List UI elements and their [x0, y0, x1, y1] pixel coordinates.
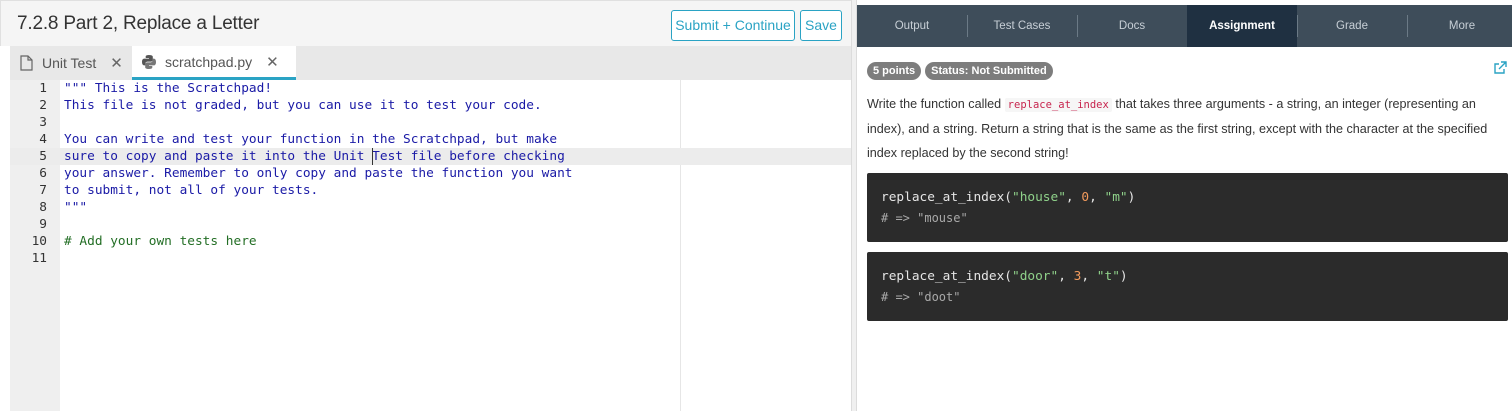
page-title: 7.2.8 Part 2, Replace a Letter: [17, 13, 260, 34]
line-number: 4: [39, 132, 47, 147]
tab-label: scratchpad.py: [165, 53, 253, 70]
line-text: # Add your own tests here: [64, 234, 257, 249]
tab-output[interactable]: Output: [857, 5, 967, 47]
tab-unit-test[interactable]: Unit Test ✕: [10, 46, 132, 80]
tab-test-cases[interactable]: Test Cases: [967, 5, 1077, 47]
line-number: 2: [39, 98, 47, 113]
tab-scratchpad[interactable]: scratchpad.py ✕: [132, 46, 296, 80]
save-button[interactable]: Save: [800, 10, 842, 41]
line-number: 3: [39, 115, 47, 130]
assignment-badges: 5 points Status: Not Submitted: [867, 62, 1053, 80]
external-link-icon[interactable]: [1493, 61, 1507, 75]
line-text: sure to copy and paste it into the Unit …: [64, 149, 565, 164]
line-text: your answer. Remember to only copy and p…: [64, 166, 573, 181]
code-line[interactable]: 11: [10, 250, 851, 267]
line-text: You can write and test your function in …: [64, 132, 558, 147]
code-editor[interactable]: 1 """ This is the Scratchpad! 2 This fil…: [10, 80, 851, 411]
line-number: 9: [39, 217, 47, 232]
desc-text: Write the function called: [867, 97, 1005, 111]
submit-continue-button[interactable]: Submit + Continue: [671, 10, 795, 41]
file-tabs: Unit Test ✕ scratchpad.py ✕: [10, 46, 851, 80]
code-line[interactable]: 4 You can write and test your function i…: [10, 131, 851, 148]
assignment-description: Write the function called replace_at_ind…: [867, 92, 1497, 165]
example-result: # => "doot": [881, 290, 961, 304]
line-number: 6: [39, 166, 47, 181]
editor-panel: 7.2.8 Part 2, Replace a Letter Submit + …: [0, 0, 851, 411]
example-call: replace_at_index("house", 0, "m"): [881, 190, 1136, 205]
code-line[interactable]: 6 your answer. Remember to only copy and…: [10, 165, 851, 182]
tab-more[interactable]: More: [1407, 5, 1512, 47]
code-line[interactable]: 2 This file is not graded, but you can u…: [10, 97, 851, 114]
close-icon[interactable]: ✕: [110, 54, 123, 72]
code-line-active[interactable]: 5 sure to copy and paste it into the Uni…: [10, 148, 851, 165]
panel-nav: Output Test Cases Docs Assignment Grade …: [857, 5, 1512, 47]
status-badge: Status: Not Submitted: [925, 62, 1053, 80]
points-badge: 5 points: [867, 62, 922, 80]
line-number: 5: [39, 149, 47, 164]
code-line[interactable]: 9: [10, 216, 851, 233]
tab-docs[interactable]: Docs: [1077, 5, 1187, 47]
line-text: to submit, not all of your tests.: [64, 183, 319, 198]
example-code-block: replace_at_index("door", 3, "t") # => "d…: [867, 252, 1508, 321]
line-text: This file is not graded, but you can use…: [64, 98, 542, 113]
line-number: 7: [39, 183, 47, 198]
code-line[interactable]: 7 to submit, not all of your tests.: [10, 182, 851, 199]
example-call: replace_at_index("door", 3, "t"): [881, 269, 1128, 284]
assignment-panel: Output Test Cases Docs Assignment Grade …: [857, 0, 1512, 411]
code-line[interactable]: 1 """ This is the Scratchpad!: [10, 80, 851, 97]
text-cursor: [372, 148, 373, 165]
function-name-code: replace_at_index: [1004, 98, 1112, 112]
example-result: # => "mouse": [881, 211, 968, 225]
code-line[interactable]: 8 """: [10, 199, 851, 216]
code-line[interactable]: 3: [10, 114, 851, 131]
close-icon[interactable]: ✕: [266, 53, 279, 71]
tab-assignment[interactable]: Assignment: [1187, 5, 1297, 47]
line-number: 1: [39, 81, 47, 96]
line-number: 11: [31, 251, 47, 266]
line-number: 10: [31, 234, 47, 249]
tab-grade[interactable]: Grade: [1297, 5, 1407, 47]
example-code-block: replace_at_index("house", 0, "m") # => "…: [867, 173, 1508, 242]
editor-header: 7.2.8 Part 2, Replace a Letter Submit + …: [0, 0, 851, 46]
line-text: """: [64, 200, 88, 215]
line-number: 8: [39, 200, 47, 215]
line-text: """ This is the Scratchpad!: [64, 81, 273, 96]
file-icon: [18, 54, 34, 72]
tab-label: Unit Test: [42, 55, 97, 71]
python-icon: [141, 53, 157, 71]
code-line[interactable]: 10 # Add your own tests here: [10, 233, 851, 250]
